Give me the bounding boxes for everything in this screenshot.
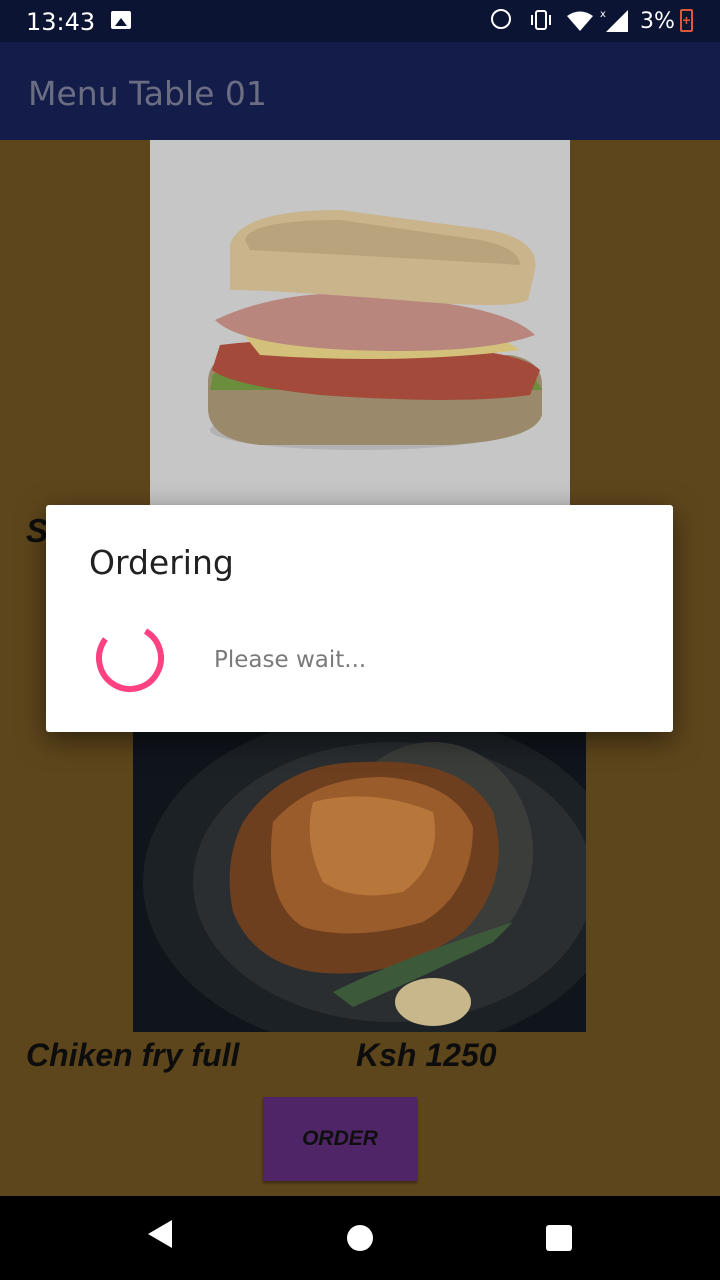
navigation-bar xyxy=(0,1196,720,1280)
progress-spinner-icon xyxy=(96,624,164,692)
progress-dialog: Ordering Please wait... xyxy=(46,505,673,732)
dialog-message: Please wait... xyxy=(214,647,367,673)
back-icon[interactable] xyxy=(148,1220,172,1248)
recents-icon[interactable] xyxy=(546,1225,572,1251)
home-icon[interactable] xyxy=(347,1225,373,1251)
dialog-title: Ordering xyxy=(89,543,234,582)
